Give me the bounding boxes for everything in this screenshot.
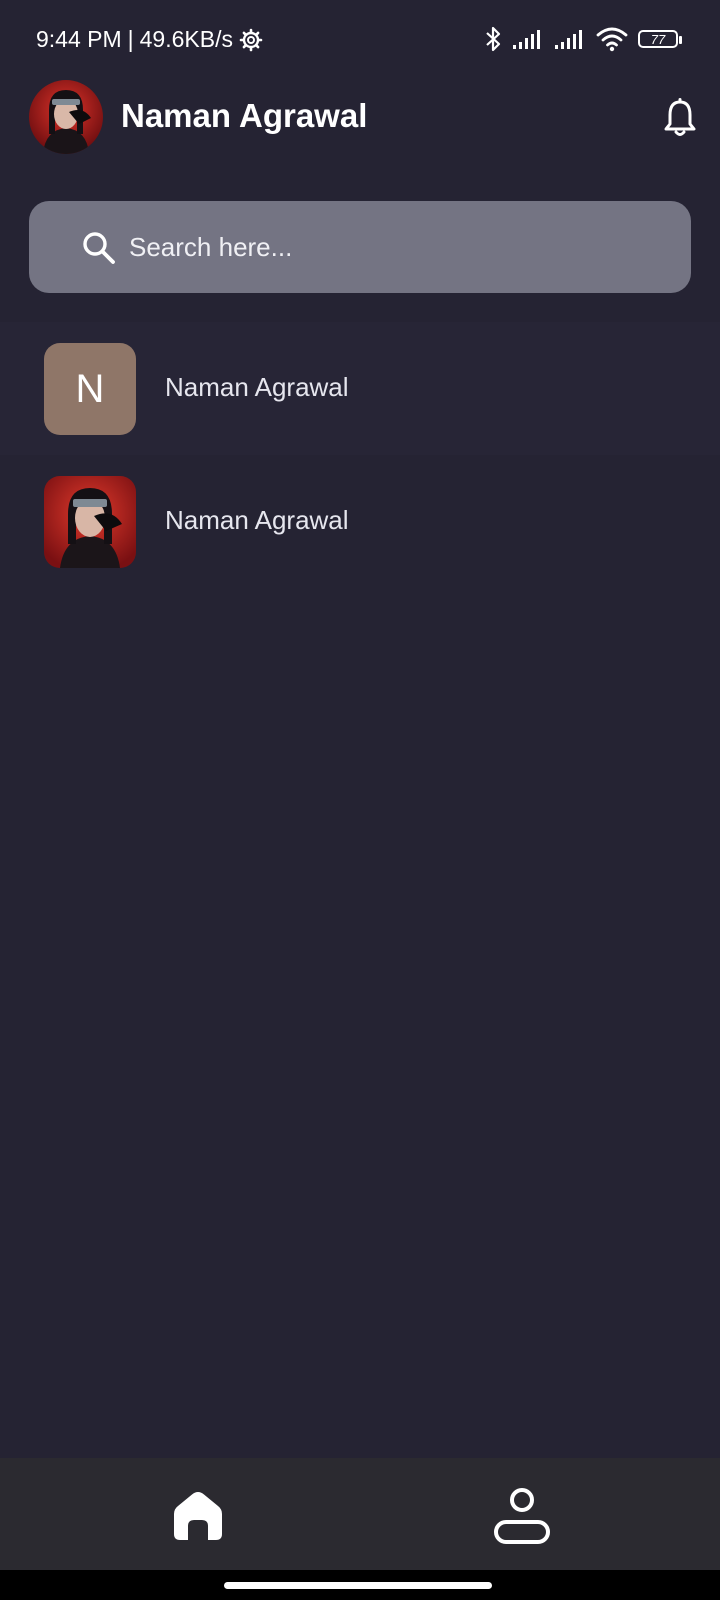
list-item[interactable]: Naman Agrawal: [0, 455, 720, 588]
status-right: 77: [484, 25, 682, 53]
status-time: 9:44 PM: [36, 26, 122, 52]
contact-name: Naman Agrawal: [165, 372, 349, 402]
photo-avatar: [44, 476, 136, 568]
network-speed: 49.6KB/s: [139, 26, 233, 52]
bottom-nav: [0, 1458, 720, 1570]
avatar-initial: N: [75, 366, 105, 411]
battery-icon: 77: [638, 30, 682, 48]
profile-icon[interactable]: [490, 1486, 554, 1546]
contact-list: N Naman Agrawal Naman Agrawal: [0, 322, 720, 588]
search-input[interactable]: [129, 225, 649, 269]
signal-icon: [554, 28, 586, 50]
wifi-icon: [596, 26, 628, 52]
settings-gear-icon: [239, 28, 263, 52]
search-bar[interactable]: [29, 201, 691, 293]
home-indicator[interactable]: [224, 1582, 492, 1589]
home-icon[interactable]: [168, 1488, 228, 1542]
system-navigation-bar: [0, 1570, 720, 1600]
status-left: 9:44 PM | 49.6KB/s: [36, 26, 263, 53]
app-header: Naman Agrawal: [0, 78, 720, 158]
header-user-name: Naman Agrawal: [121, 97, 368, 134]
search-icon: [81, 230, 117, 266]
bluetooth-icon: [484, 25, 502, 53]
contact-name: Naman Agrawal: [165, 505, 349, 535]
status-bar: 9:44 PM | 49.6KB/s 77: [0, 0, 720, 82]
signal-icon: [512, 28, 544, 50]
letter-avatar: N: [44, 343, 136, 435]
list-item[interactable]: N Naman Agrawal: [0, 322, 720, 455]
user-avatar[interactable]: [29, 80, 103, 154]
bell-icon[interactable]: [662, 98, 698, 138]
battery-level: 77: [650, 31, 666, 47]
status-separator: |: [127, 26, 134, 52]
